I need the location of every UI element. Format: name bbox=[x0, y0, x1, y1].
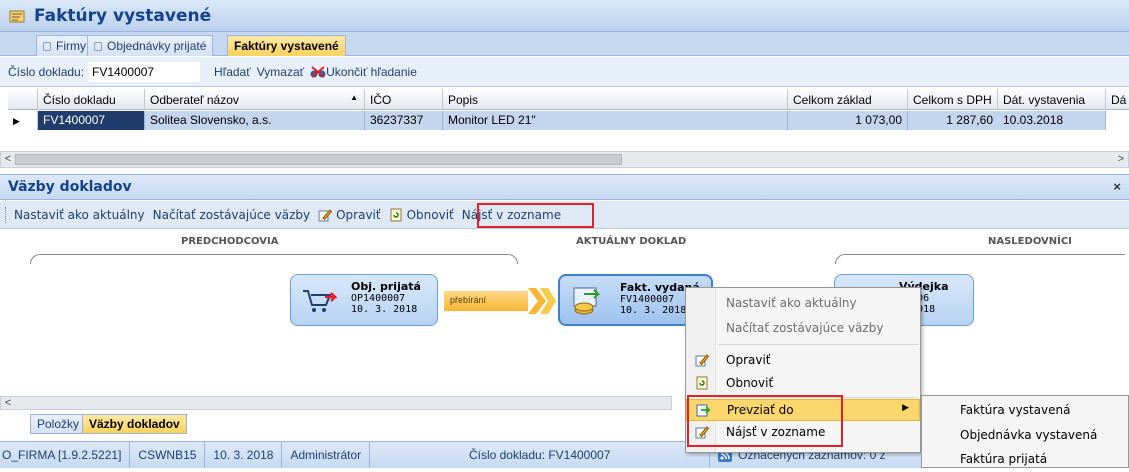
menu-item-edit[interactable]: Opraviť bbox=[686, 350, 920, 372]
toolbar-grip bbox=[5, 206, 8, 223]
flow-label: přebírání bbox=[444, 291, 528, 311]
links-diagram: PREDCHODCOVIA AKTUÁLNY DOKLAD NASLEDOVNÍ… bbox=[0, 230, 1129, 395]
status-firm: O_FIRMA [1.9.2.5221] bbox=[0, 442, 131, 468]
scroll-left-icon[interactable]: < bbox=[1, 152, 15, 167]
lock-icon bbox=[94, 41, 102, 51]
find-button[interactable]: Hľadať bbox=[214, 65, 251, 79]
scrollbar-thumb[interactable] bbox=[15, 154, 622, 165]
refresh-icon bbox=[390, 208, 402, 221]
cell[interactable]: FV1400007 bbox=[38, 111, 145, 130]
refresh-icon bbox=[696, 376, 708, 390]
binoculars-icon bbox=[310, 65, 326, 78]
column-header[interactable]: Celkom s DPH bbox=[908, 89, 998, 110]
predecessors-bracket bbox=[30, 254, 518, 264]
status-user: Administrátor bbox=[282, 442, 371, 468]
column-header[interactable]: Popis bbox=[443, 89, 788, 110]
status-date: 10. 3. 2018 bbox=[205, 442, 283, 468]
search-bar: Číslo dokladu: FV1400007 Hľadať Vymazať … bbox=[0, 57, 1129, 87]
tab-objednavky-prijate[interactable]: Objednávky prijaté bbox=[87, 35, 214, 56]
column-header[interactable]: Číslo dokladu bbox=[38, 89, 145, 110]
node-date: 10. 3. 2018 bbox=[351, 304, 418, 315]
tab-vazby-dokladov[interactable]: Väzby dokladov bbox=[82, 414, 187, 434]
tab-faktury-vystavene[interactable]: Faktúry vystavené bbox=[227, 35, 346, 56]
cell[interactable]: Solitea Slovensko, a.s. bbox=[145, 111, 365, 130]
highlight-box bbox=[687, 395, 843, 447]
panel-title: Väzby dokladov bbox=[8, 179, 132, 195]
close-icon[interactable]: × bbox=[1113, 179, 1121, 194]
node-title: Obj. prijatá bbox=[351, 280, 421, 293]
menu-item-load-remaining[interactable]: Načítať zostávajúce väzby bbox=[686, 318, 920, 340]
cell[interactable]: 1 287,60 bbox=[908, 111, 998, 130]
tab-polozky[interactable]: Položky bbox=[30, 414, 87, 434]
menu-item-refresh[interactable]: Obnoviť bbox=[686, 373, 920, 395]
scroll-right-icon[interactable]: > bbox=[1114, 152, 1128, 167]
column-header[interactable]: Odberateľ názov ▲ bbox=[145, 89, 365, 110]
links-panel-header: Väzby dokladov × bbox=[0, 174, 1129, 200]
table-row[interactable]: ▶ FV1400007 Solitea Slovensko, a.s. 3623… bbox=[8, 111, 1129, 130]
diagram-horizontal-scrollbar[interactable]: < bbox=[0, 396, 672, 410]
sort-asc-icon: ▲ bbox=[350, 93, 358, 102]
cell[interactable]: 36237337 bbox=[365, 111, 443, 130]
search-input[interactable]: FV1400007 bbox=[88, 61, 201, 82]
set-current-button[interactable]: Nastaviť ako aktuálny bbox=[14, 208, 145, 222]
submenu-item[interactable]: Faktúra vystavená bbox=[960, 403, 1070, 423]
invoice-icon bbox=[9, 10, 25, 22]
flow-arrow-icon bbox=[528, 288, 556, 314]
menu-item-set-current[interactable]: Nastaviť ako aktuálny bbox=[686, 293, 920, 315]
status-station: CSWNB15 bbox=[130, 442, 206, 468]
node-order-received[interactable]: Obj. prijatá OP1400007 10. 3. 2018 bbox=[290, 274, 438, 326]
status-document: Číslo dokladu: FV1400007 bbox=[370, 442, 711, 468]
refresh-button[interactable]: Obnoviť bbox=[389, 208, 454, 222]
tab-firmy[interactable]: Firmy bbox=[36, 35, 93, 56]
predecessors-heading: PREDCHODCOVIA bbox=[181, 236, 279, 247]
window-title-bar: Faktúry vystavené bbox=[0, 0, 1129, 32]
submenu-transfer-to: Faktúra vystavená Objednávka vystavená F… bbox=[921, 395, 1129, 468]
invoice-coins-icon bbox=[573, 287, 601, 315]
cell[interactable] bbox=[1106, 111, 1129, 130]
edit-button[interactable]: Opraviť bbox=[318, 208, 381, 222]
successors-heading: NASLEDOVNÍCI bbox=[988, 236, 1072, 247]
grid-horizontal-scrollbar[interactable]: < > bbox=[0, 151, 1129, 168]
window-title: Faktúry vystavené bbox=[34, 5, 212, 26]
cell[interactable]: 1 073,00 bbox=[788, 111, 908, 130]
documents-grid: Číslo dokladu Odberateľ názov ▲ IČO Popis… bbox=[8, 89, 1129, 149]
current-row-icon: ▶ bbox=[13, 116, 20, 126]
cell[interactable]: Monitor LED 21" bbox=[443, 111, 788, 130]
highlight-box bbox=[477, 203, 594, 228]
edit-icon bbox=[695, 354, 709, 367]
column-header[interactable]: IČO bbox=[365, 89, 443, 110]
scroll-left-icon[interactable]: < bbox=[1, 396, 15, 411]
submenu-arrow-icon: ▶ bbox=[902, 403, 909, 413]
column-header[interactable]: Celkom základ bbox=[788, 89, 908, 110]
column-header[interactable]: Dá bbox=[1106, 89, 1129, 110]
cell[interactable]: 10.03.2018 bbox=[998, 111, 1106, 130]
row-indicator-header bbox=[8, 89, 38, 110]
menu-separator bbox=[718, 344, 918, 345]
clear-button[interactable]: Vymazať bbox=[257, 65, 304, 79]
column-header[interactable]: Dát. vystavenia bbox=[998, 89, 1106, 110]
edit-icon bbox=[318, 208, 333, 221]
node-number: OP1400007 bbox=[351, 293, 406, 304]
successors-bracket bbox=[835, 254, 1125, 264]
submenu-item[interactable]: Objednávka vystavená bbox=[960, 428, 1097, 448]
grid-header: Číslo dokladu Odberateľ názov ▲ IČO Popis… bbox=[8, 89, 1129, 110]
submenu-item[interactable]: Faktúra prijatá bbox=[960, 452, 1047, 472]
end-search-button[interactable]: Ukončiť hľadanie bbox=[310, 65, 417, 79]
search-label: Číslo dokladu: bbox=[8, 64, 85, 79]
load-remaining-button[interactable]: Načítať zostávajúce väzby bbox=[153, 208, 310, 222]
bottom-tab-area: < Položky Väzby dokladov bbox=[0, 396, 680, 436]
row-indicator: ▶ bbox=[8, 111, 38, 130]
lock-icon bbox=[43, 41, 51, 51]
current-heading: AKTUÁLNY DOKLAD bbox=[576, 236, 687, 247]
document-tabs: Firmy Objednávky prijaté Faktúry vystave… bbox=[0, 32, 1129, 56]
cart-icon bbox=[303, 290, 337, 312]
